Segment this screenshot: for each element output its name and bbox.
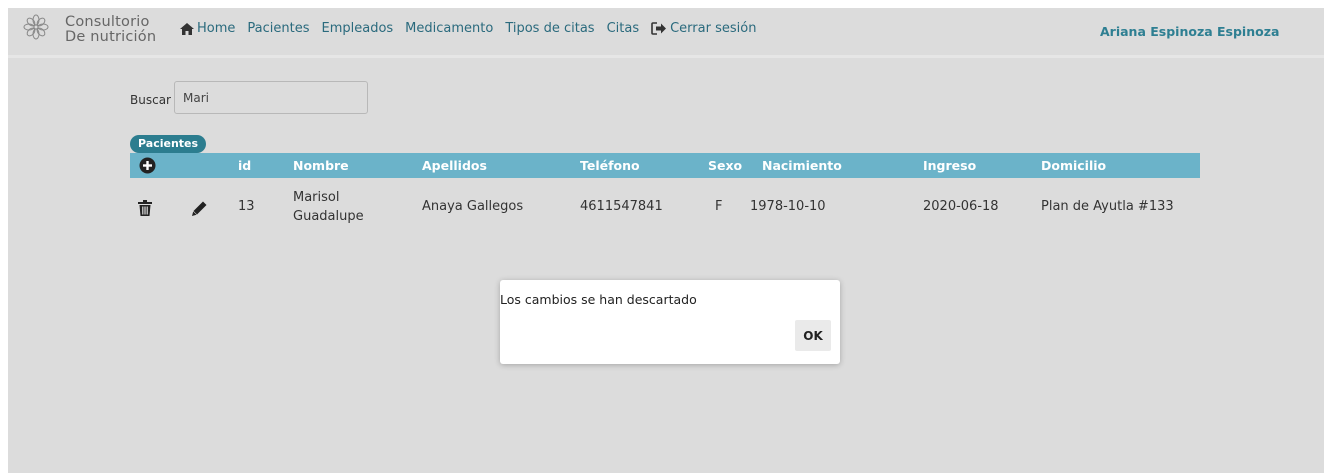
nav-pacientes[interactable]: Pacientes [247,21,309,36]
header-id: id [238,158,252,173]
brand-title: Consultorio De nutrición [65,15,156,45]
header-nombre: Nombre [293,158,349,173]
header-apellidos: Apellidos [422,158,487,173]
cell-ingreso: 2020-06-18 [923,199,999,214]
nav-tipos-citas[interactable]: Tipos de citas [505,21,594,36]
search-label: Buscar [130,93,171,107]
brand-line-2: De nutrición [65,29,157,45]
header-sexo: Sexo [708,158,743,173]
cell-nombre-line-2: Guadalupe [293,209,364,224]
nav-logout-label: Cerrar sesión [670,21,757,36]
sign-out-icon [651,22,667,35]
header-ingreso: Ingreso [923,158,977,173]
header-nacimiento: Nacimiento [762,158,842,173]
table-header: id Nombre Apellidos Teléfono Sexo Nacimi… [130,153,1200,178]
header-telefono: Teléfono [580,158,640,173]
nav-empleados[interactable]: Empleados [321,21,393,36]
brand-line-1: Consultorio [65,14,150,30]
cell-nombre: Marisol Guadalupe [293,188,364,226]
cell-nacimiento: 1978-10-10 [750,199,826,214]
nav-medicamento[interactable]: Medicamento [405,21,493,36]
flower-logo-icon [23,14,49,40]
cell-id: 13 [238,199,255,214]
nav-citas[interactable]: Citas [607,21,640,36]
cell-domicilio: Plan de Ayutla #133 [1041,199,1174,214]
app-window: Consultorio De nutrición Home Pacientes … [8,8,1324,473]
home-icon [180,22,194,35]
alert-message: Los cambios se han descartado [500,292,697,307]
table-row: 13 Marisol Guadalupe Anaya Gallegos 4611… [130,178,1200,238]
pencil-icon[interactable] [192,201,207,216]
navbar: Consultorio De nutrición Home Pacientes … [8,8,1324,58]
cell-apellidos: Anaya Gallegos [422,199,524,214]
ok-button[interactable]: OK [795,320,831,351]
cell-telefono: 4611547841 [580,199,663,214]
nav-home-label: Home [197,21,236,36]
trash-icon[interactable] [138,200,152,216]
alert-dialog: Los cambios se han descartado OK [500,280,840,364]
header-domicilio: Domicilio [1041,158,1107,173]
cell-nombre-line-1: Marisol [293,190,340,205]
nav-logout[interactable]: Cerrar sesión [651,21,756,36]
main-nav: Home Pacientes Empleados Medicamento Tip… [180,21,768,36]
search-input[interactable] [174,81,368,114]
nav-home[interactable]: Home [180,21,235,36]
cell-sexo: F [715,199,723,214]
plus-circle-icon[interactable] [139,157,156,174]
user-name[interactable]: Ariana Espinoza Espinoza [1100,24,1279,39]
table-title-badge: Pacientes [130,135,207,153]
